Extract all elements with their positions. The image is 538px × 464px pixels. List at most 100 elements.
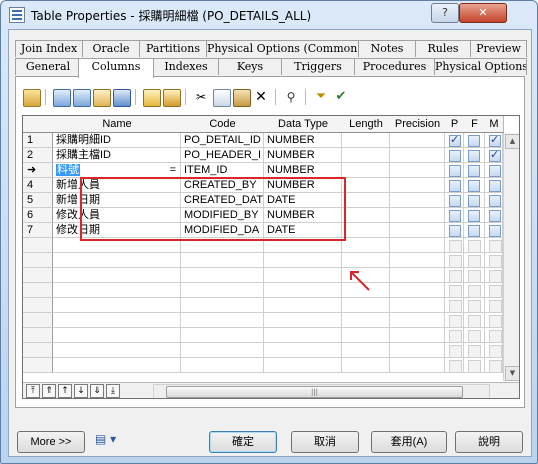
move-up-icon[interactable]: ↑	[58, 384, 72, 398]
flag-checkbox-p[interactable]	[449, 150, 461, 162]
tab-keys[interactable]: Keys	[218, 58, 282, 75]
flag-checkbox-p[interactable]	[449, 165, 461, 177]
data-type-cell[interactable]	[264, 253, 342, 268]
precision-cell[interactable]	[390, 193, 445, 208]
menu-dropdown-icon[interactable]: ▤ ▾	[95, 432, 116, 446]
name-cell[interactable]: 採購明細ID	[53, 133, 181, 148]
add-row-icon[interactable]	[53, 89, 71, 107]
precision-cell[interactable]	[390, 163, 445, 178]
name-cell[interactable]: 採購主檔ID	[53, 148, 181, 163]
precision-cell[interactable]	[390, 283, 445, 298]
data-type-cell[interactable]: NUMBER	[264, 148, 342, 163]
code-cell[interactable]: PO_HEADER_I	[181, 148, 264, 163]
header-data-type[interactable]: Data Type	[264, 116, 343, 133]
apply-button[interactable]: 套用(A)	[371, 431, 447, 453]
flag-checkbox-m[interactable]	[489, 195, 501, 207]
lookup-icon[interactable]	[163, 89, 181, 107]
precision-cell[interactable]	[390, 178, 445, 193]
code-cell[interactable]: ITEM_ID	[181, 163, 264, 178]
name-cell[interactable]: 料號 =	[53, 163, 181, 178]
precision-cell[interactable]	[390, 148, 445, 163]
length-cell[interactable]	[342, 328, 390, 343]
code-cell[interactable]	[181, 283, 264, 298]
scroll-down-icon[interactable]: ▼	[505, 366, 519, 381]
length-cell[interactable]	[342, 163, 390, 178]
selected-name-text[interactable]: 料號	[56, 164, 80, 176]
more-button[interactable]: More >>	[17, 431, 85, 453]
length-cell[interactable]	[342, 238, 390, 253]
header-code[interactable]: Code	[181, 116, 265, 133]
name-cell[interactable]	[53, 283, 181, 298]
move-down-icon[interactable]: ↓	[74, 384, 88, 398]
flag-checkbox-f[interactable]	[468, 195, 480, 207]
properties-icon[interactable]	[23, 89, 41, 107]
code-cell[interactable]	[181, 268, 264, 283]
precision-cell[interactable]	[390, 298, 445, 313]
name-cell[interactable]	[53, 268, 181, 283]
delete-icon[interactable]: ✕	[253, 89, 269, 105]
precision-cell[interactable]	[390, 313, 445, 328]
paste-icon[interactable]	[233, 89, 251, 107]
filter-check-icon[interactable]: ✔	[333, 89, 349, 105]
flag-checkbox-m[interactable]	[489, 148, 501, 162]
header-length[interactable]: Length	[342, 116, 391, 133]
length-cell[interactable]	[342, 193, 390, 208]
precision-cell[interactable]	[390, 133, 445, 148]
cut-icon[interactable]: ✂	[193, 89, 209, 105]
precision-cell[interactable]	[390, 268, 445, 283]
code-cell[interactable]	[181, 313, 264, 328]
data-type-cell[interactable]: NUMBER	[264, 163, 342, 178]
insert-row-icon[interactable]	[73, 89, 91, 107]
header-foreign[interactable]: F	[464, 116, 486, 133]
precision-cell[interactable]	[390, 343, 445, 358]
tab-triggers[interactable]: Triggers	[281, 58, 355, 75]
name-cell[interactable]	[53, 343, 181, 358]
length-cell[interactable]	[342, 298, 390, 313]
flag-checkbox-f[interactable]	[468, 150, 480, 162]
name-cell[interactable]	[53, 358, 181, 373]
ok-button[interactable]: 確定	[209, 431, 277, 453]
name-cell[interactable]	[53, 313, 181, 328]
length-cell[interactable]	[342, 358, 390, 373]
length-cell[interactable]	[342, 178, 390, 193]
header-precision[interactable]: Precision	[390, 116, 446, 133]
code-cell[interactable]	[181, 328, 264, 343]
precision-cell[interactable]	[390, 208, 445, 223]
tab-preview[interactable]: Preview	[470, 40, 527, 57]
scroll-up-icon[interactable]: ▲	[505, 134, 519, 149]
header-primary[interactable]: P	[445, 116, 465, 133]
tab-notes[interactable]: Notes	[358, 40, 416, 57]
flag-checkbox-m[interactable]	[489, 133, 501, 147]
data-type-cell[interactable]	[264, 283, 342, 298]
vertical-scrollbar[interactable]: ▲ ▼	[503, 133, 519, 381]
horizontal-scroll-thumb[interactable]: |||	[166, 386, 463, 398]
name-cell[interactable]	[53, 253, 181, 268]
flag-checkbox-f[interactable]	[468, 210, 480, 222]
code-cell[interactable]	[181, 298, 264, 313]
flag-checkbox-p[interactable]	[449, 180, 461, 192]
name-cell[interactable]	[53, 298, 181, 313]
length-cell[interactable]	[342, 253, 390, 268]
horizontal-scrollbar[interactable]: |||	[153, 384, 490, 398]
length-cell[interactable]	[342, 343, 390, 358]
add-columns-icon[interactable]	[113, 89, 131, 107]
length-cell[interactable]	[342, 148, 390, 163]
flag-checkbox-f[interactable]	[468, 165, 480, 177]
tab-rules[interactable]: Rules	[415, 40, 471, 57]
data-type-cell[interactable]: NUMBER	[264, 133, 342, 148]
data-type-cell[interactable]	[264, 358, 342, 373]
new-object-icon[interactable]	[143, 89, 161, 107]
tab-columns[interactable]: Columns	[78, 58, 154, 78]
flag-checkbox-m[interactable]	[489, 225, 501, 237]
code-cell[interactable]	[181, 343, 264, 358]
flag-checkbox-f[interactable]	[468, 135, 480, 147]
name-cell[interactable]	[53, 328, 181, 343]
tab-partitions[interactable]: Partitions	[139, 40, 207, 57]
data-type-cell[interactable]	[264, 313, 342, 328]
flag-checkbox-p[interactable]	[449, 133, 461, 147]
tab-physical-options-common[interactable]: Physical Options (Common)	[206, 40, 359, 57]
copy-icon[interactable]	[213, 89, 231, 107]
move-to-top-icon[interactable]: ⤒	[26, 384, 40, 398]
tab-oracle[interactable]: Oracle	[82, 40, 140, 57]
filter-icon[interactable]: ⏷	[313, 89, 329, 105]
